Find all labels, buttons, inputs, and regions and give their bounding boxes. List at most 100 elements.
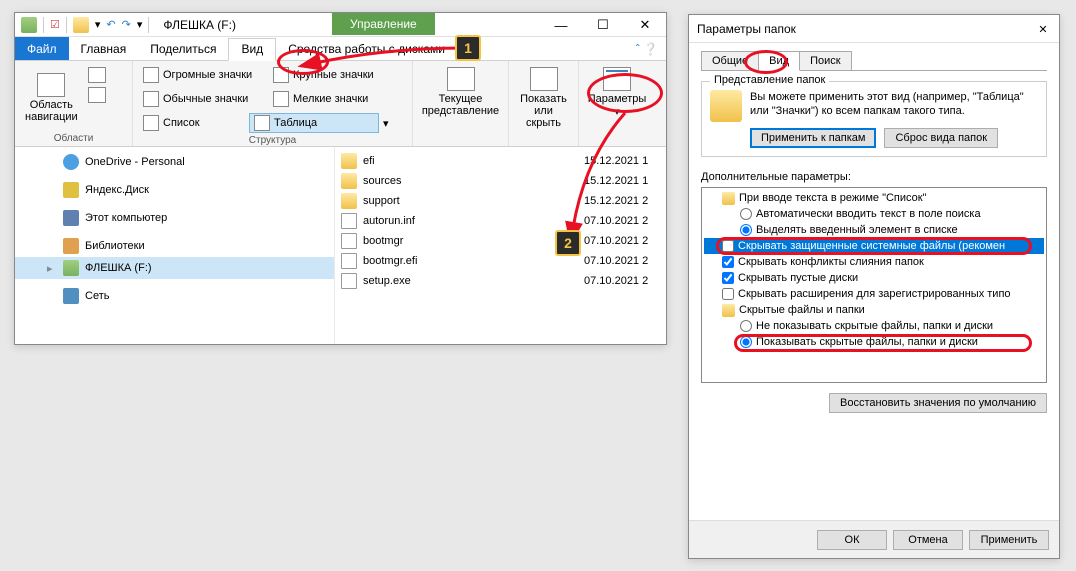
file-list[interactable]: efi15.12.2021 1sources15.12.2021 1suppor…	[335, 147, 666, 344]
layout-small-icons[interactable]: Мелкие значки	[269, 89, 399, 109]
expand-icon[interactable]: ▸	[47, 262, 57, 275]
options-button[interactable]: Параметры ▾	[585, 65, 649, 120]
cancel-button[interactable]: Отмена	[893, 530, 963, 550]
folder-icon	[710, 90, 742, 122]
layout-list[interactable]: Список	[139, 113, 249, 133]
tab-general[interactable]: Общие	[701, 51, 759, 70]
navigation-pane[interactable]: OneDrive - Personal Яндекс.Диск Этот компь…	[15, 147, 335, 344]
navigation-pane-button[interactable]: Область навигации	[21, 65, 82, 131]
tree-check-item[interactable]: Скрывать конфликты слияния папок	[704, 254, 1044, 270]
app-icon	[21, 17, 37, 33]
nav-icon	[63, 182, 79, 198]
tree-radio-item[interactable]: Не показывать скрытые файлы, папки и дис…	[704, 318, 1044, 334]
file-row[interactable]: bootmgr.efi07.10.2021 2	[335, 251, 666, 271]
file-name: support	[363, 195, 578, 207]
label: Таблица	[274, 117, 317, 129]
chevron-down-icon[interactable]: ▾	[95, 18, 101, 31]
checkbox-icon	[530, 67, 558, 91]
details-pane-icon[interactable]	[88, 87, 106, 103]
tree-radio-item[interactable]: Автоматически вводить текст в поле поиск…	[704, 206, 1044, 222]
advanced-label: Дополнительные параметры:	[701, 171, 1047, 183]
reset-folders-button[interactable]: Сброс вида папок	[884, 128, 998, 148]
preview-pane-icon[interactable]	[88, 67, 106, 83]
file-row[interactable]: support15.12.2021 2	[335, 191, 666, 211]
radio[interactable]	[740, 208, 752, 220]
tree-radio-item-show-hidden[interactable]: Показывать скрытые файлы, папки и диски	[704, 334, 1044, 350]
apply-button[interactable]: Применить	[969, 530, 1049, 550]
file-date: 07.10.2021 2	[584, 235, 660, 247]
tab-disk-tools[interactable]: Средства работы с дисками	[276, 37, 457, 60]
tab-view[interactable]: Вид	[758, 51, 800, 71]
ribbon-tabs: Файл Главная Поделиться Вид Средства раб…	[15, 37, 666, 61]
file-row[interactable]: efi15.12.2021 1	[335, 151, 666, 171]
annotation-badge-2: 2	[555, 230, 581, 256]
ribbon-group-label: Структура	[139, 133, 406, 146]
file-row[interactable]: setup.exe07.10.2021 2	[335, 271, 666, 291]
tab-file[interactable]: Файл	[15, 37, 69, 60]
checkbox[interactable]	[722, 240, 734, 252]
layout-large-icons[interactable]: Крупные значки	[269, 65, 399, 85]
folder-views-group: Представление папок Вы можете применить …	[701, 81, 1047, 157]
nav-item[interactable]: Этот компьютер	[15, 207, 334, 229]
file-date: 07.10.2021 2	[584, 215, 660, 227]
huge-icons-icon	[143, 67, 159, 83]
label: Список	[163, 117, 200, 129]
tab-home[interactable]: Главная	[69, 37, 139, 60]
chevron-down-icon[interactable]: ▾	[137, 18, 143, 31]
apply-to-folders-button[interactable]: Применить к папкам	[750, 128, 877, 148]
manage-contextual-tab[interactable]: Управление	[332, 13, 435, 35]
nav-item[interactable]: ▸ФЛЕШКА (F:)	[15, 257, 334, 279]
restore-defaults-button[interactable]: Восстановить значения по умолчанию	[829, 393, 1047, 413]
minimize-button[interactable]: —	[540, 13, 582, 37]
file-row[interactable]: bootmgr07.10.2021 2	[335, 231, 666, 251]
layout-table[interactable]: Таблица	[249, 113, 379, 133]
nav-icon	[63, 210, 79, 226]
checkbox[interactable]	[722, 272, 734, 284]
checkbox[interactable]	[722, 256, 734, 268]
nav-item[interactable]: Сеть	[15, 285, 334, 307]
advanced-settings: Дополнительные параметры: При вводе текс…	[701, 171, 1047, 413]
help-icon[interactable]: ˆ ❔	[636, 42, 658, 56]
nav-item[interactable]: OneDrive - Personal	[15, 151, 334, 173]
checkbox[interactable]	[722, 288, 734, 300]
folder-icon[interactable]	[73, 17, 89, 33]
radio[interactable]	[740, 336, 752, 348]
layout-more-icon[interactable]: ▾	[379, 117, 393, 130]
tab-share[interactable]: Поделиться	[138, 37, 228, 60]
tab-view[interactable]: Вид	[228, 38, 276, 61]
file-row[interactable]: sources15.12.2021 1	[335, 171, 666, 191]
maximize-button[interactable]: ☐	[582, 13, 624, 37]
nav-item[interactable]: Яндекс.Диск	[15, 179, 334, 201]
close-button[interactable]: ✕	[1031, 19, 1055, 39]
radio[interactable]	[740, 320, 752, 332]
nav-pane-label: Область навигации	[25, 99, 78, 123]
layout-huge-icons[interactable]: Огромные значки	[139, 65, 269, 85]
folder-options-dialog: Параметры папок ✕ Общие Вид Поиск Предст…	[688, 14, 1060, 559]
show-hide-button[interactable]: Показать или скрыть	[515, 65, 572, 131]
nav-icon	[63, 238, 79, 254]
radio[interactable]	[740, 224, 752, 236]
nav-item[interactable]: Библиотеки	[15, 235, 334, 257]
redo-icon[interactable]: ↷	[122, 18, 131, 31]
close-button[interactable]: ✕	[624, 13, 666, 37]
label: Скрывать пустые диски	[738, 272, 858, 284]
file-icon	[341, 153, 357, 169]
undo-icon[interactable]: ↶	[106, 18, 115, 31]
annotation-badge-1: 1	[455, 35, 481, 61]
ribbon-group-label: Области	[21, 131, 126, 144]
chevron-down-icon[interactable]: ▾	[614, 105, 620, 118]
dialog-title: Параметры папок	[689, 15, 1059, 43]
tree-check-item[interactable]: Скрывать пустые диски	[704, 270, 1044, 286]
tab-search[interactable]: Поиск	[799, 51, 851, 70]
current-view-button[interactable]: Текущее представление	[419, 65, 502, 119]
nav-icon	[63, 260, 79, 276]
checkmark-icon[interactable]: ☑	[50, 18, 60, 31]
advanced-tree[interactable]: При вводе текста в режиме "Список" Автом…	[701, 187, 1047, 383]
tree-check-item[interactable]: Скрывать расширения для зарегистрированн…	[704, 286, 1044, 302]
tree-check-item-hide-protected[interactable]: Скрывать защищенные системные файлы (рек…	[704, 238, 1044, 254]
file-row[interactable]: autorun.inf07.10.2021 2	[335, 211, 666, 231]
layout-normal-icons[interactable]: Обычные значки	[139, 89, 269, 109]
ok-button[interactable]: ОК	[817, 530, 887, 550]
window-title: ФЛЕШКА (F:)	[163, 18, 236, 32]
tree-radio-item[interactable]: Выделять введенный элемент в списке	[704, 222, 1044, 238]
